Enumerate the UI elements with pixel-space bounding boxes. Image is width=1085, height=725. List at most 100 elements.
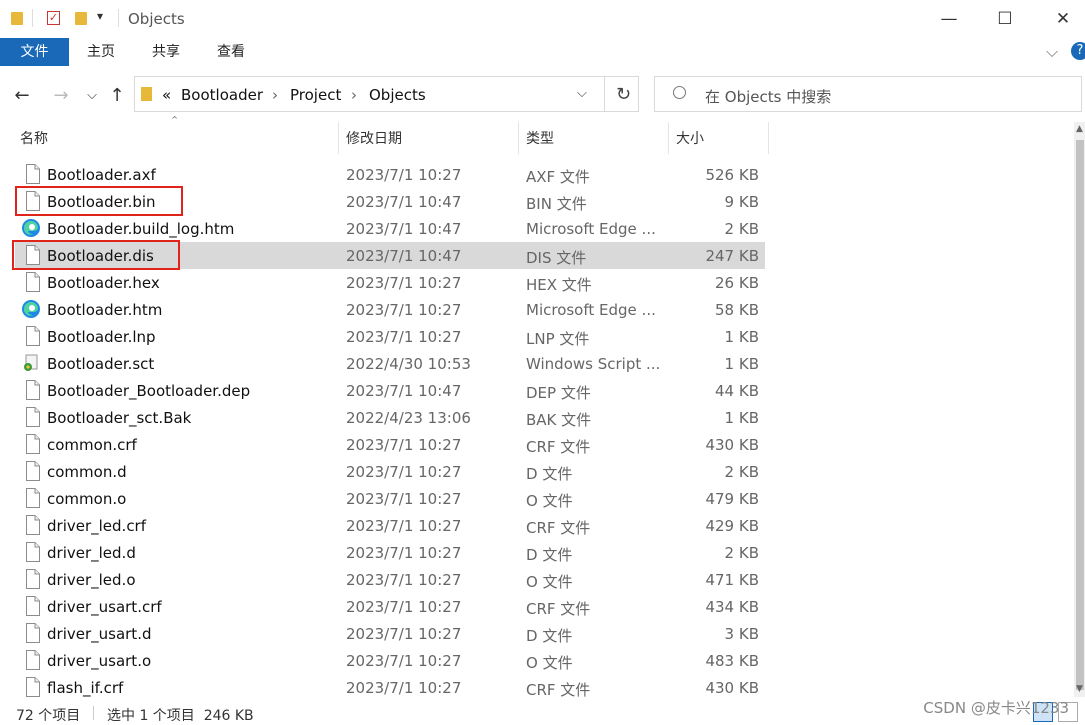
file-size: 1 KB (724, 328, 759, 346)
selection-info: 选中 1 个项目 246 KB (107, 708, 254, 724)
file-icon (25, 677, 40, 697)
column-header-name[interactable]: 名称 (20, 128, 48, 148)
file-row[interactable]: driver_usart.o 2023/7/1 10:27 O 文件 483 KB (15, 647, 765, 674)
file-name: flash_if.crf (47, 679, 124, 697)
file-modified-date: 2023/7/1 10:27 (346, 544, 462, 562)
file-row[interactable]: common.crf 2023/7/1 10:27 CRF 文件 430 KB (15, 431, 765, 458)
file-row[interactable]: Bootloader.axf 2023/7/1 10:27 AXF 文件 526 KB (15, 161, 765, 188)
folder-icon (141, 87, 152, 101)
file-modified-date: 2023/7/1 10:27 (346, 652, 462, 670)
file-row[interactable]: Bootloader_Bootloader.dep 2023/7/1 10:47 D… (15, 377, 765, 404)
file-row[interactable]: Bootloader.build_log.htm 2023/7/1 10:47 Mi… (15, 215, 765, 242)
file-modified-date: 2023/7/1 10:27 (346, 490, 462, 508)
file-name: Bootloader.lnp (47, 328, 156, 346)
file-type: O 文件 (526, 492, 573, 510)
file-row[interactable]: Bootloader_sct.Bak 2022/4/23 13:06 BAK 文件 1… (15, 404, 765, 431)
column-header-modified[interactable]: 修改日期 (346, 128, 402, 148)
new-folder-icon[interactable] (75, 12, 87, 25)
search-icon (673, 86, 686, 99)
file-row[interactable]: driver_usart.d 2023/7/1 10:27 D 文件 3 KB (15, 620, 765, 647)
file-size: 9 KB (724, 193, 759, 211)
file-name: driver_led.o (47, 571, 136, 589)
highlight-box (15, 186, 183, 216)
path-overflow-chevrons[interactable]: « (162, 86, 171, 104)
file-size: 44 KB (715, 382, 759, 400)
ribbon-expand-icon[interactable]: ⌵ (1046, 42, 1058, 62)
file-type: DEP 文件 (526, 384, 591, 402)
item-count: 72 个项目 (16, 708, 81, 724)
file-row[interactable]: flash_if.crf 2023/7/1 10:27 CRF 文件 430 KB (15, 674, 765, 701)
search-input[interactable]: 在 Objects 中搜索 (705, 86, 831, 107)
search-box[interactable]: 在 Objects 中搜索 (654, 76, 1082, 112)
file-icon (25, 434, 40, 454)
highlight-box (12, 240, 180, 270)
file-size: 429 KB (705, 517, 759, 535)
file-size: 434 KB (705, 598, 759, 616)
watermark: CSDN @皮卡兴1233 (923, 699, 1069, 717)
tab-home[interactable]: 主页 (77, 38, 125, 66)
quick-access-dropdown-icon[interactable]: ▾ (97, 9, 103, 23)
breadcrumb-separator[interactable]: › (272, 86, 278, 104)
script-icon (21, 353, 38, 372)
forward-button[interactable]: → (49, 80, 73, 110)
file-row[interactable]: driver_led.crf 2023/7/1 10:27 CRF 文件 429 KB (15, 512, 765, 539)
minimize-button[interactable]: — (926, 0, 972, 38)
window-title: Objects (128, 10, 185, 28)
breadcrumb-project[interactable]: Project (290, 86, 341, 104)
file-row[interactable]: Bootloader.sct 2022/4/30 10:53 Windows Scr… (15, 350, 765, 377)
file-name: driver_usart.d (47, 625, 152, 643)
file-icon (25, 542, 40, 562)
ribbon-tabs: 文件 主页 共享 查看 ⌵ ? (0, 38, 1085, 68)
column-header-size[interactable]: 大小 (676, 128, 704, 148)
file-modified-date: 2023/7/1 10:27 (346, 328, 462, 346)
file-modified-date: 2023/7/1 10:27 (346, 598, 462, 616)
close-button[interactable]: ✕ (1040, 0, 1085, 38)
address-bar[interactable]: « Bootloader › Project › Objects ⌵ (134, 76, 639, 112)
scroll-up-icon[interactable]: ▲ (1076, 124, 1083, 134)
file-type: D 文件 (526, 465, 573, 483)
sort-ascending-icon: ⌃ (170, 114, 180, 127)
file-type: CRF 文件 (526, 600, 591, 618)
file-size: 2 KB (724, 544, 759, 562)
file-modified-date: 2022/4/30 10:53 (346, 355, 471, 373)
tab-view[interactable]: 查看 (207, 38, 255, 66)
title-bar: ✓ ▾ Objects — ☐ ✕ (0, 0, 1085, 38)
file-name: Bootloader.hex (47, 274, 160, 292)
tab-file[interactable]: 文件 (0, 38, 69, 66)
properties-check-icon[interactable]: ✓ (47, 11, 60, 25)
file-icon (25, 569, 40, 589)
back-button[interactable]: ← (10, 80, 34, 110)
breadcrumb-separator[interactable]: › (351, 86, 357, 104)
address-dropdown-icon[interactable]: ⌵ (577, 86, 587, 101)
file-type: HEX 文件 (526, 276, 592, 294)
file-name: driver_led.crf (47, 517, 147, 535)
file-row[interactable]: Bootloader.hex 2023/7/1 10:27 HEX 文件 26 KB (15, 269, 765, 296)
tab-share[interactable]: 共享 (142, 38, 190, 66)
file-row[interactable]: driver_led.o 2023/7/1 10:27 O 文件 471 KB (15, 566, 765, 593)
file-name: driver_usart.o (47, 652, 152, 670)
folder-icon[interactable] (11, 12, 23, 25)
file-row[interactable]: common.o 2023/7/1 10:27 O 文件 479 KB (15, 485, 765, 512)
maximize-button[interactable]: ☐ (982, 0, 1028, 38)
refresh-button[interactable]: ↻ (604, 76, 642, 112)
file-modified-date: 2023/7/1 10:27 (346, 679, 462, 697)
file-type: O 文件 (526, 573, 573, 591)
column-header-type[interactable]: 类型 (526, 128, 554, 148)
file-row[interactable]: common.d 2023/7/1 10:27 D 文件 2 KB (15, 458, 765, 485)
file-name: Bootloader.axf (47, 166, 156, 184)
recent-locations-button[interactable]: ⌵ (80, 80, 104, 110)
scrollbar-thumb[interactable] (1076, 140, 1084, 690)
breadcrumb-objects[interactable]: Objects (369, 86, 426, 104)
file-row[interactable]: Bootloader.htm 2023/7/1 10:27 Microsoft Ed… (15, 296, 765, 323)
up-button[interactable]: ↑ (105, 80, 129, 110)
help-icon[interactable]: ? (1071, 42, 1085, 60)
file-icon (25, 515, 40, 535)
file-row[interactable]: driver_led.d 2023/7/1 10:27 D 文件 2 KB (15, 539, 765, 566)
file-row[interactable]: Bootloader.lnp 2023/7/1 10:27 LNP 文件 1 KB (15, 323, 765, 350)
file-modified-date: 2023/7/1 10:27 (346, 436, 462, 454)
file-modified-date: 2023/7/1 10:47 (346, 193, 462, 211)
scroll-down-icon[interactable]: ▼ (1076, 684, 1083, 694)
file-modified-date: 2023/7/1 10:27 (346, 571, 462, 589)
file-row[interactable]: driver_usart.crf 2023/7/1 10:27 CRF 文件 434 … (15, 593, 765, 620)
breadcrumb-bootloader[interactable]: Bootloader (181, 86, 263, 104)
